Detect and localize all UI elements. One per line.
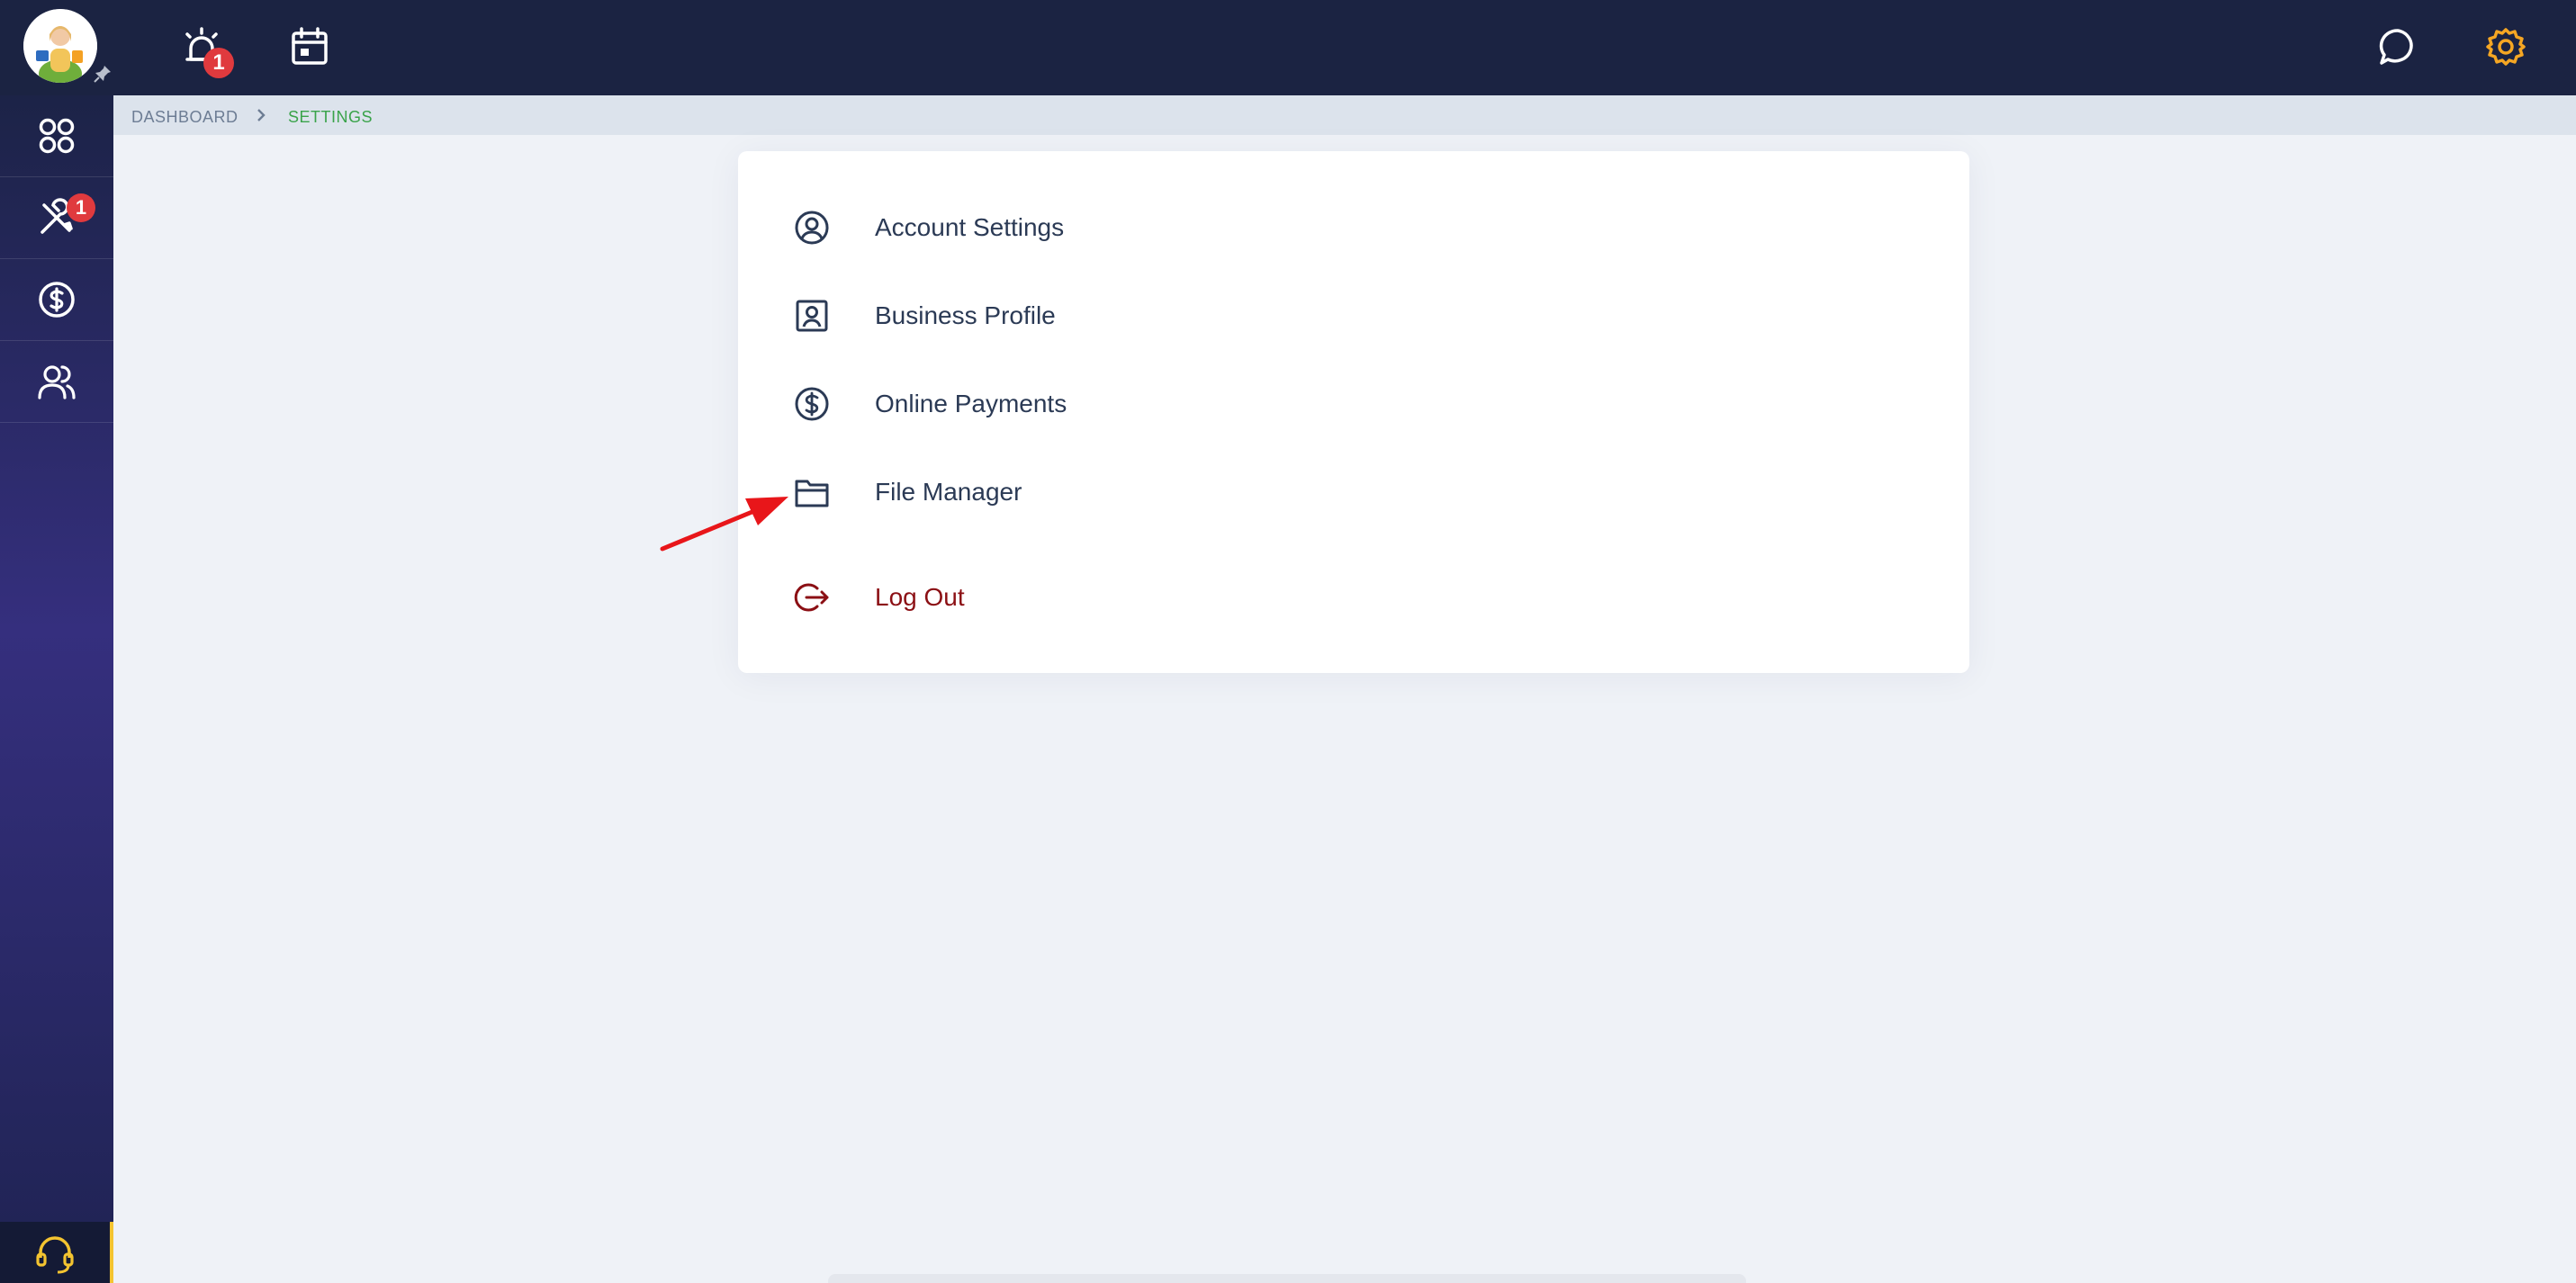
menu-item-account-settings[interactable]: Account Settings <box>738 192 1969 264</box>
menu-item-log-out[interactable]: Log Out <box>738 561 1969 633</box>
menu-label: Online Payments <box>875 390 1067 417</box>
menu-label: Business Profile <box>875 301 1056 329</box>
sidebar: 1 <box>0 95 113 1283</box>
menu-label: Account Settings <box>875 213 1065 241</box>
profile-card-icon <box>796 300 828 332</box>
dollar-icon <box>39 282 75 318</box>
gear-icon[interactable] <box>2484 25 2527 68</box>
menu-item-business-profile[interactable]: Business Profile <box>738 280 1969 352</box>
headset-icon <box>36 1236 74 1274</box>
dollar-icon <box>795 387 829 421</box>
breadcrumb: DASHBOARD SETTINGS <box>113 95 2576 135</box>
alerts-badge: 1 <box>203 48 234 78</box>
menu-item-online-payments[interactable]: Online Payments <box>738 368 1969 440</box>
annotation-arrow-icon <box>660 497 788 552</box>
menu-label: Log Out <box>875 583 965 611</box>
menu-item-file-manager[interactable]: File Manager <box>738 456 1969 528</box>
support-button[interactable] <box>0 1222 113 1283</box>
chat-icon[interactable] <box>2376 25 2419 68</box>
chevron-right-icon <box>257 109 266 121</box>
tools-badge: 1 <box>67 193 95 222</box>
menu-label: File Manager <box>875 478 1022 506</box>
breadcrumb-settings: SETTINGS <box>288 108 374 126</box>
calendar-icon[interactable] <box>288 25 331 68</box>
sidebar-item-customers[interactable] <box>0 341 113 423</box>
users-icon <box>38 365 76 399</box>
user-circle-icon <box>795 211 829 245</box>
grid-icon <box>39 118 75 154</box>
logout-icon <box>794 583 829 612</box>
avatar-image <box>23 9 97 83</box>
folder-icon <box>795 480 829 507</box>
sidebar-item-payments[interactable] <box>0 259 113 341</box>
avatar[interactable] <box>23 9 97 83</box>
settings-menu: Account Settings Business Profile Online… <box>738 151 1969 673</box>
pin-icon[interactable] <box>92 63 113 85</box>
sidebar-item-dashboard[interactable] <box>0 95 113 177</box>
bottom-panel-edge <box>828 1274 1746 1283</box>
sidebar-item-tools[interactable]: 1 <box>0 177 113 259</box>
top-bar: 1 <box>0 0 2576 95</box>
breadcrumb-dashboard[interactable]: DASHBOARD <box>131 108 239 127</box>
